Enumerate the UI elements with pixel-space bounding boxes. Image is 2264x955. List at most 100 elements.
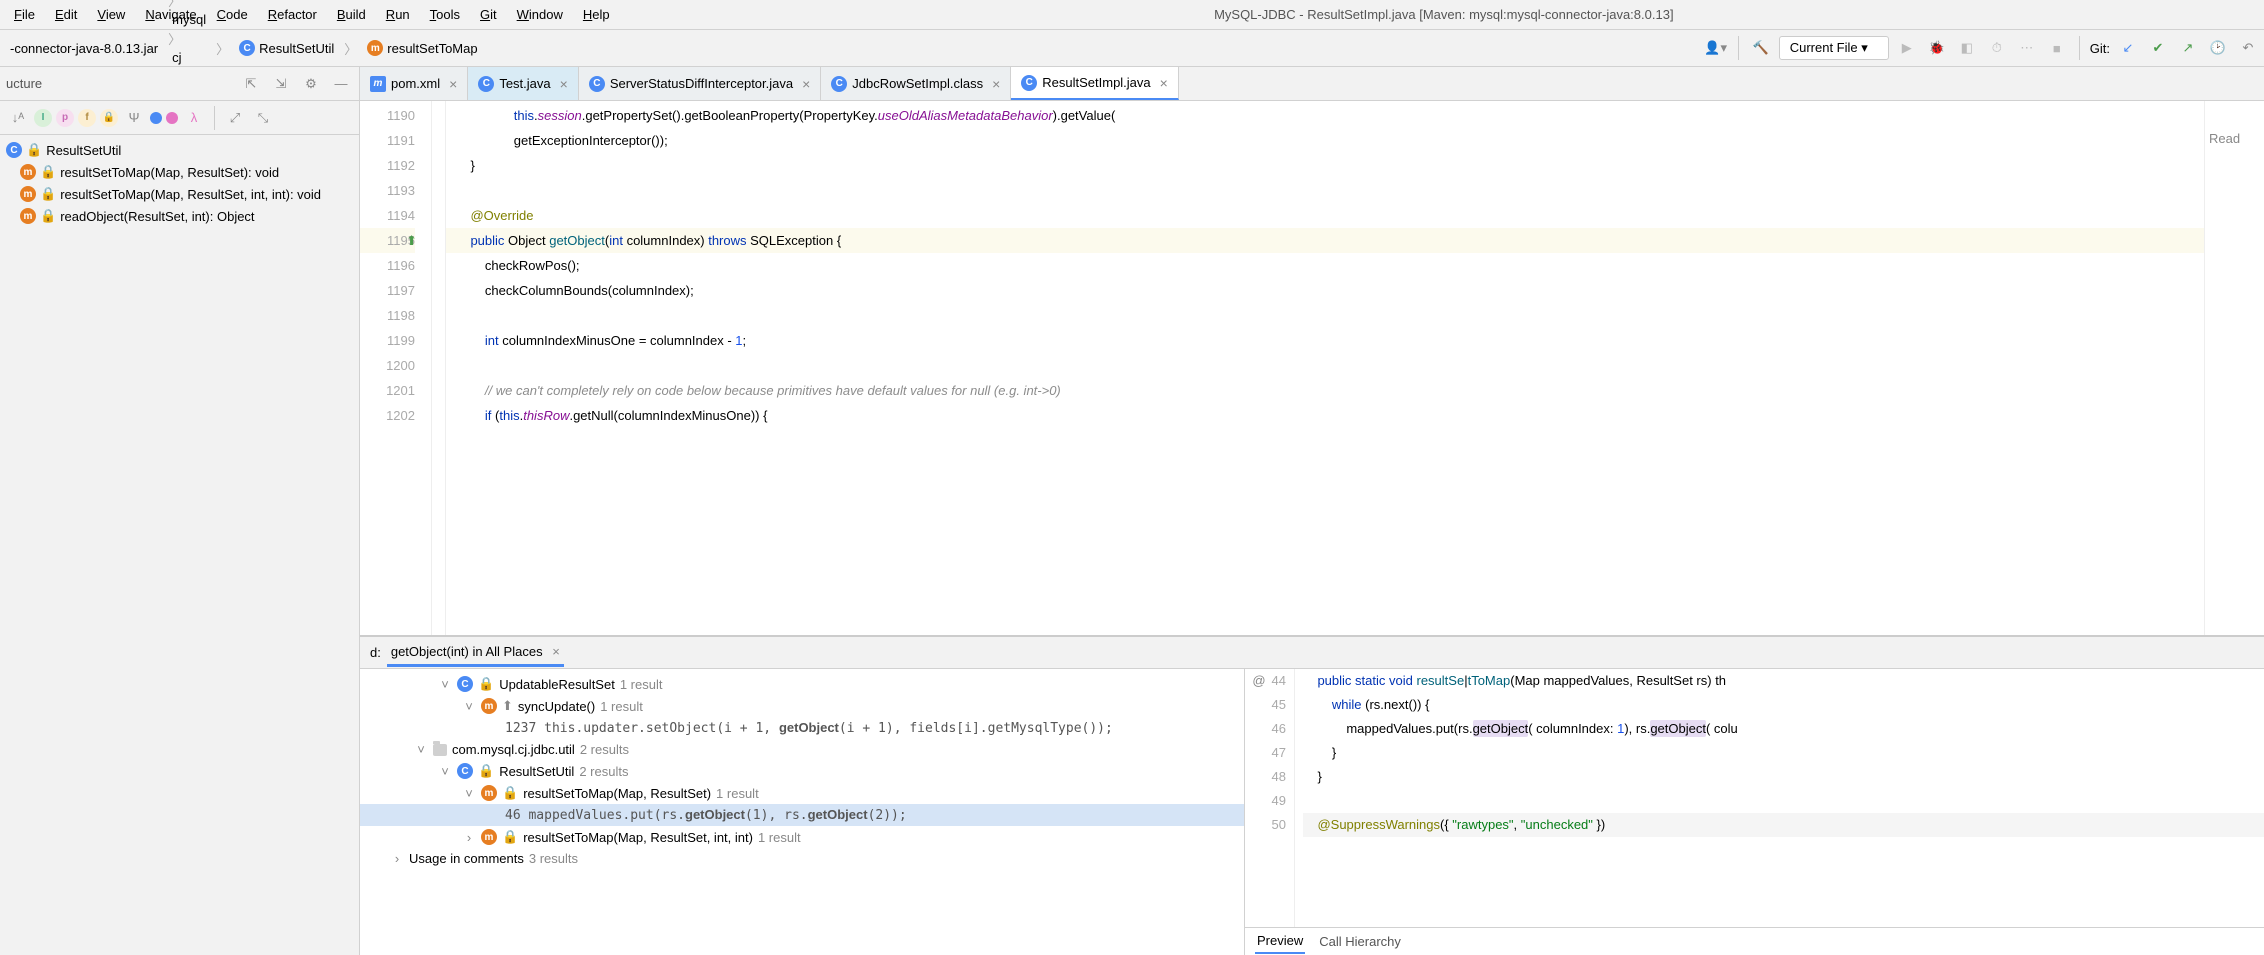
filter-interface-icon[interactable]: I <box>34 109 52 127</box>
editor-tab[interactable]: CJdbcRowSetImpl.class× <box>821 67 1011 100</box>
profile-icon[interactable]: ⏱ <box>1985 36 2009 60</box>
structure-class-row[interactable]: C 🔒 ResultSetUtil <box>0 139 359 161</box>
override-icon: ⬆ <box>502 698 513 714</box>
structure-tool-window: ucture ⇱ ⇲ ⚙ — ↓ᴬ I p f 🔒 Ψ λ ⤢ ⤡ C 🔒 Re… <box>0 67 360 955</box>
find-result-row[interactable]: ˅com.mysql.cj.jdbc.util 2 results <box>360 739 1244 760</box>
stop-icon[interactable]: ■ <box>2045 36 2069 60</box>
find-results-tree[interactable]: ˅C🔒UpdatableResultSet 1 result˅m⬆syncUpd… <box>360 669 1244 955</box>
structure-settings-icon[interactable]: ⚙ <box>299 72 323 96</box>
structure-member[interactable]: m🔒resultSetToMap(Map, ResultSet, int, in… <box>0 183 359 205</box>
code-editor[interactable]: 119011911192119311941195 ⬆11961197119811… <box>360 101 2264 635</box>
find-result-row[interactable]: 1237 this.updater.setObject(i + 1, getOb… <box>360 717 1244 739</box>
find-tool-window: d: getObject(int) in All Places × ˅C🔒Upd… <box>360 635 2264 955</box>
close-icon[interactable]: × <box>992 76 1000 92</box>
structure-member[interactable]: m🔒readObject(ResultSet, int): Object <box>0 205 359 227</box>
autoscroll-from-icon[interactable]: ⤡ <box>251 106 275 130</box>
filter-blue-icon[interactable] <box>150 112 162 124</box>
git-label: Git: <box>2090 41 2110 56</box>
class-icon: C <box>1021 75 1037 91</box>
find-result-row[interactable]: ˅C🔒UpdatableResultSet 1 result <box>360 673 1244 695</box>
preview-editor[interactable]: @44454647484950 public static void resul… <box>1245 669 2264 927</box>
filter-anon-icon[interactable]: λ <box>182 106 206 130</box>
find-result-row[interactable]: ›Usage in comments 3 results <box>360 848 1244 869</box>
breadcrumb-pkg-cj[interactable]: cj <box>166 48 212 67</box>
lock-icon: 🔒 <box>502 785 518 801</box>
coverage-icon[interactable]: ◧ <box>1955 36 1979 60</box>
run-icon[interactable]: ▶ <box>1895 36 1919 60</box>
class-icon: C <box>457 763 473 779</box>
close-icon[interactable]: × <box>560 76 568 92</box>
folder-icon <box>433 744 447 756</box>
breadcrumb-class[interactable]: CResultSetUtil <box>233 38 340 58</box>
filter-lambda-icon[interactable] <box>166 112 178 124</box>
close-icon[interactable]: × <box>802 76 810 92</box>
autoscroll-to-icon[interactable]: ⤢ <box>223 106 247 130</box>
structure-expand-icon[interactable]: ⇱ <box>239 72 263 96</box>
method-icon: m <box>20 186 36 202</box>
lock-icon: 🔒 <box>40 186 56 202</box>
breadcrumb-jar[interactable]: -connector-java-8.0.13.jar <box>4 39 164 58</box>
preview-tabs: Preview Call Hierarchy <box>1245 927 2264 955</box>
navigation-toolbar: -connector-java-8.0.13.jar 〉com〉mysql〉cj… <box>0 30 2264 67</box>
filter-property-icon[interactable]: p <box>56 109 74 127</box>
find-result-row[interactable]: 46 mappedValues.put(rs.getObject(1), rs.… <box>360 804 1244 826</box>
structure-title: ucture <box>6 76 233 91</box>
method-icon: m <box>20 208 36 224</box>
sort-icon[interactable]: ↓ᴬ <box>6 106 30 130</box>
maven-icon: m <box>370 76 386 92</box>
build-icon[interactable]: 🔨 <box>1749 36 1773 60</box>
git-commit-icon[interactable]: ✔ <box>2146 36 2170 60</box>
breadcrumb-pkg-mysql[interactable]: mysql <box>166 10 212 29</box>
git-push-icon[interactable]: ↗ <box>2176 36 2200 60</box>
filter-inherited-icon[interactable]: Ψ <box>122 106 146 130</box>
structure-collapse-icon[interactable]: ⇲ <box>269 72 293 96</box>
preview-tab-preview[interactable]: Preview <box>1255 929 1305 954</box>
find-result-row[interactable]: ˅C🔒ResultSetUtil 2 results <box>360 760 1244 782</box>
preview-tab-call-hierarchy[interactable]: Call Hierarchy <box>1317 930 1403 953</box>
close-icon[interactable]: × <box>449 76 457 92</box>
editor-tab[interactable]: CTest.java× <box>468 67 579 100</box>
filter-private-icon[interactable]: 🔒 <box>100 109 118 127</box>
debug-icon[interactable]: 🐞 <box>1925 36 1949 60</box>
editor-tabs: mpom.xml×CTest.java×CServerStatusDiffInt… <box>360 67 2264 101</box>
find-result-row[interactable]: ˅m🔒resultSetToMap(Map, ResultSet) 1 resu… <box>360 782 1244 804</box>
filter-field-icon[interactable]: f <box>78 109 96 127</box>
find-result-row[interactable]: ˅m⬆syncUpdate() 1 result <box>360 695 1244 717</box>
method-icon: m <box>367 40 383 56</box>
structure-member[interactable]: m🔒resultSetToMap(Map, ResultSet): void <box>0 161 359 183</box>
user-icon[interactable]: 👤▾ <box>1704 36 1728 60</box>
lock-icon: 🔒 <box>26 142 42 158</box>
method-icon: m <box>481 829 497 845</box>
class-icon: C <box>831 76 847 92</box>
find-tab[interactable]: getObject(int) in All Places × <box>387 638 564 667</box>
lock-icon: 🔒 <box>40 164 56 180</box>
method-icon: m <box>481 785 497 801</box>
attach-icon[interactable]: ⋯ <box>2015 36 2039 60</box>
editor-tab[interactable]: CResultSetImpl.java× <box>1011 67 1179 100</box>
class-icon: C <box>589 76 605 92</box>
editor-gutter[interactable]: 119011911192119311941195 ⬆11961197119811… <box>360 101 432 635</box>
class-icon: C <box>478 76 494 92</box>
structure-hide-icon[interactable]: — <box>329 72 353 96</box>
lock-icon: 🔒 <box>502 829 518 845</box>
class-icon: C <box>457 676 473 692</box>
lock-icon: 🔒 <box>478 676 494 692</box>
close-icon[interactable]: × <box>1160 75 1168 91</box>
structure-tree[interactable]: C 🔒 ResultSetUtil m🔒resultSetToMap(Map, … <box>0 135 359 955</box>
lock-icon: 🔒 <box>478 763 494 779</box>
run-config-select[interactable]: Current File ▾ <box>1779 36 1889 60</box>
find-preview-panel: @44454647484950 public static void resul… <box>1244 669 2264 955</box>
git-history-icon[interactable]: 🕑 <box>2206 36 2230 60</box>
editor-tab[interactable]: CServerStatusDiffInterceptor.java× <box>579 67 821 100</box>
lock-icon: 🔒 <box>40 208 56 224</box>
class-icon: C <box>6 142 22 158</box>
git-rollback-icon[interactable]: ↶ <box>2236 36 2260 60</box>
editor-tab[interactable]: mpom.xml× <box>360 67 468 100</box>
find-result-row[interactable]: ›m🔒resultSetToMap(Map, ResultSet, int, i… <box>360 826 1244 848</box>
find-label-prefix: d: <box>370 645 381 660</box>
class-icon: C <box>239 40 255 56</box>
method-icon: m <box>20 164 36 180</box>
breadcrumb-method[interactable]: mresultSetToMap <box>361 38 483 58</box>
method-icon: m <box>481 698 497 714</box>
git-update-icon[interactable]: ↙ <box>2116 36 2140 60</box>
